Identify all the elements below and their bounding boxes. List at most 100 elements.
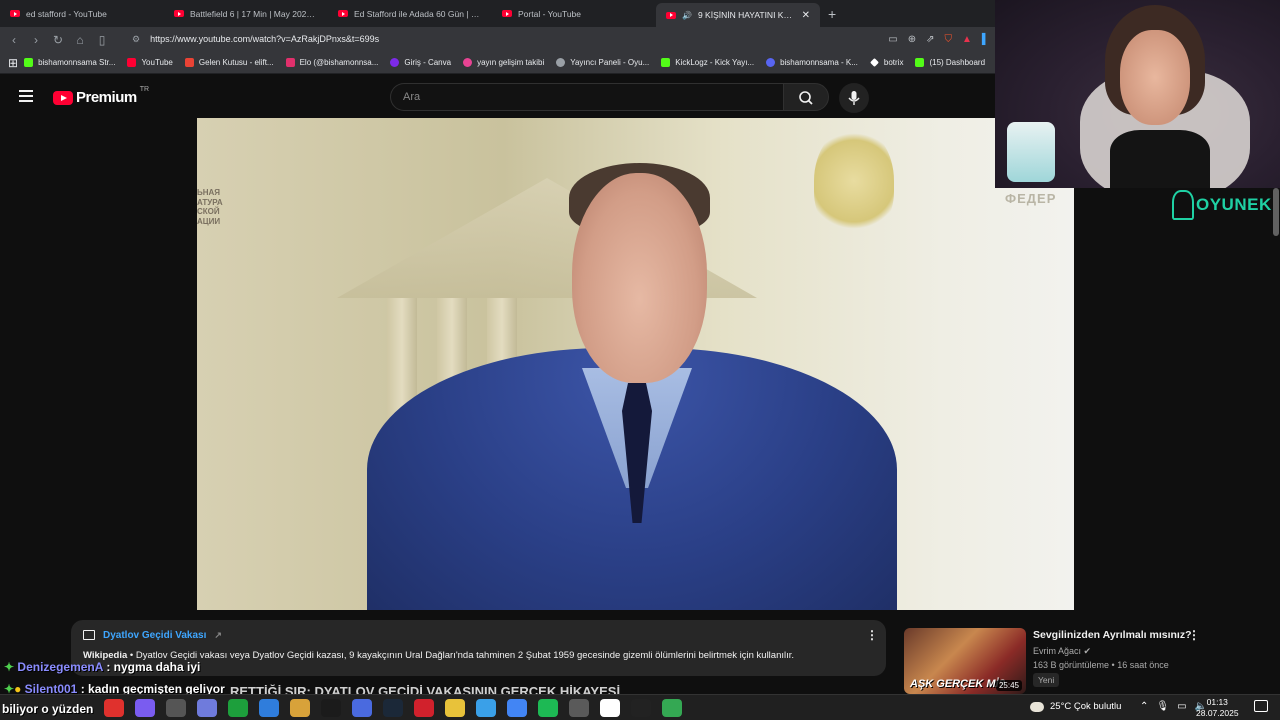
weather-widget[interactable]: 25°C Çok bulutlu bbox=[1030, 701, 1121, 712]
verified-icon: ✔ bbox=[1083, 646, 1092, 656]
network-icon[interactable]: ▭ bbox=[1177, 701, 1186, 712]
forward-icon[interactable]: › bbox=[28, 32, 44, 48]
gem-badge-icon: ✦ bbox=[4, 660, 15, 674]
reload-icon[interactable]: ↻ bbox=[50, 32, 66, 48]
bookmark-label: Yayıncı Paneli - Oyu... bbox=[570, 58, 650, 67]
taskbar-app-icon[interactable] bbox=[104, 699, 124, 717]
bookmark-label: Elo (@bishamonnsa... bbox=[299, 58, 379, 67]
bookmark-label: bishamonnsama Str... bbox=[38, 58, 116, 67]
taskbar-app-icon[interactable] bbox=[600, 699, 620, 717]
notification-icon[interactable] bbox=[1254, 700, 1268, 712]
taskbar-app-icon[interactable] bbox=[259, 699, 279, 717]
youtube-play-icon bbox=[53, 90, 73, 105]
info-panel-header[interactable]: Dyatlov Geçidi Vakası ↗ bbox=[83, 628, 863, 642]
taskbar-app-icon[interactable] bbox=[321, 699, 341, 717]
share-icon[interactable]: ⇗ bbox=[926, 34, 934, 45]
streamer-webcam bbox=[995, 0, 1280, 188]
taskbar-app-icon[interactable] bbox=[166, 699, 186, 717]
chat-username: DenizegemenA bbox=[17, 660, 103, 674]
youtube-favicon-icon bbox=[502, 10, 512, 17]
bookmark-item[interactable]: yayın gelişim takibi bbox=[457, 58, 550, 67]
recommendation-thumbnail[interactable]: AŞK GERÇEK Mİ? 25:45 bbox=[904, 628, 1026, 694]
taskbar-app-icon[interactable] bbox=[538, 699, 558, 717]
bookmark-item[interactable]: Gelen Kutusu - elift... bbox=[179, 58, 280, 67]
tab-3[interactable]: Portal - YouTube bbox=[492, 0, 656, 27]
brave-shield-icon[interactable]: ⛉ bbox=[945, 34, 953, 45]
bookmark-label: (15) Dashboard bbox=[929, 58, 986, 67]
bookmark-item[interactable]: bishamonnsama - K... bbox=[760, 58, 864, 67]
bookmark-item[interactable]: (15) Dashboard bbox=[909, 58, 991, 67]
bookmark-item[interactable]: KickLogz - Kick Yayı... bbox=[655, 58, 760, 67]
tab-title: Ed Stafford ile Adada 60 Gün | Part II bbox=[354, 8, 482, 19]
tab-4-active[interactable]: 🔊 9 KİŞİNİN HAYATINI KAYBETT ✕ bbox=[656, 3, 820, 27]
gmail-icon bbox=[184, 58, 194, 67]
taskbar-app-icon[interactable] bbox=[135, 699, 155, 717]
youtube-logo[interactable]: Premium TR bbox=[53, 86, 150, 106]
taskbar-app-icon[interactable] bbox=[414, 699, 434, 717]
site-settings-icon[interactable]: ⚙ bbox=[132, 34, 140, 44]
bookmark-label: Giriş - Canva bbox=[404, 58, 452, 67]
taskbar-app-icon[interactable] bbox=[507, 699, 527, 717]
bookmark-item[interactable]: Elo (@bishamonnsa... bbox=[280, 58, 385, 67]
tab-1[interactable]: Battlefield 6 | 17 Min | May 2025 Pre bbox=[164, 0, 328, 27]
zoom-icon[interactable]: ⊕ bbox=[908, 34, 916, 45]
bookmark-label: KickLogz - Kick Yayı... bbox=[675, 58, 755, 67]
voice-search-button[interactable] bbox=[839, 83, 869, 113]
mic-tray-icon[interactable]: 🎙 bbox=[1156, 701, 1169, 712]
tab-0[interactable]: ed stafford - YouTube bbox=[0, 0, 164, 27]
search-icon bbox=[799, 91, 813, 105]
tab-2[interactable]: Ed Stafford ile Adada 60 Gün | Part II bbox=[328, 0, 492, 27]
taskbar-app-icon[interactable] bbox=[476, 699, 496, 717]
taskbar-app-icon[interactable] bbox=[445, 699, 465, 717]
weather-text: 25°C Çok bulutlu bbox=[1050, 701, 1122, 712]
microphone-device bbox=[1007, 122, 1055, 182]
page-scrollbar[interactable] bbox=[1272, 188, 1280, 688]
taskbar-app-icon[interactable] bbox=[197, 699, 217, 717]
info-text: • Dyatlov Geçidi vakası veya Dyatlov Geç… bbox=[127, 650, 795, 661]
new-tab-button[interactable]: + bbox=[820, 6, 844, 22]
back-icon[interactable]: ‹ bbox=[6, 32, 22, 48]
sidebar-toggle-icon[interactable]: ▌ bbox=[982, 34, 989, 45]
home-icon[interactable]: ⌂ bbox=[72, 32, 88, 48]
bookmark-item[interactable]: Giriş - Canva bbox=[384, 58, 457, 67]
bookmark-item[interactable]: bishamonnsama Str... bbox=[18, 58, 121, 67]
taskbar-app-icon[interactable] bbox=[383, 699, 403, 717]
taskbar-app-icon[interactable] bbox=[228, 699, 248, 717]
close-tab-icon[interactable]: ✕ bbox=[802, 10, 810, 21]
taskbar-app-icon[interactable] bbox=[569, 699, 589, 717]
brave-rewards-icon[interactable]: ▲ bbox=[962, 34, 972, 45]
dashboard-icon bbox=[915, 58, 925, 67]
taskbar-app-icon[interactable] bbox=[352, 699, 372, 717]
search-input[interactable]: Ara bbox=[390, 83, 783, 111]
video-player[interactable]: ЬНАЯ АТУРА СКОЙ АЦИИ ФЕДЕР bbox=[197, 118, 1074, 610]
region-code: TR bbox=[139, 86, 150, 93]
bookmark-item[interactable]: YouTube bbox=[121, 58, 178, 67]
menu-icon[interactable] bbox=[19, 90, 33, 102]
chat-message: ✦ DenizegemenA : nygma daha iyi bbox=[4, 660, 200, 674]
scrollbar-thumb[interactable] bbox=[1273, 188, 1279, 236]
recommendation-channel[interactable]: Evrim Ağacı ✔ bbox=[1033, 646, 1091, 657]
taskbar-app-icon[interactable] bbox=[662, 699, 682, 717]
bookmark-label: botrix bbox=[883, 58, 904, 67]
article-icon bbox=[83, 630, 95, 640]
taskbar-app-icon[interactable] bbox=[631, 699, 651, 717]
cast-icon[interactable]: ▭ bbox=[888, 34, 897, 45]
recommendation-more-icon[interactable]: ⋮ bbox=[1188, 628, 1200, 642]
tray-overflow-icon[interactable]: ⌃ bbox=[1140, 701, 1148, 712]
bookmark-item[interactable]: Yayıncı Paneli - Oyu... bbox=[550, 58, 655, 67]
bookmark-item[interactable]: botrix bbox=[864, 58, 910, 67]
apps-grid-icon[interactable]: ⊞ bbox=[8, 55, 18, 71]
info-panel-title[interactable]: Dyatlov Geçidi Vakası bbox=[103, 630, 206, 641]
sponsor-text: OYUNEKS bbox=[1196, 195, 1280, 214]
recommendation-title[interactable]: Sevgilinizden Ayrılmalı mısınız? bbox=[1033, 629, 1192, 641]
youtube-favicon-icon bbox=[666, 11, 676, 19]
taskbar-app-icon[interactable] bbox=[290, 699, 310, 717]
audio-playing-icon[interactable]: 🔊 bbox=[682, 11, 692, 20]
info-panel-more-icon[interactable]: ⋮ bbox=[866, 628, 878, 642]
clock[interactable]: 01:13 28.07.2025 bbox=[1196, 697, 1239, 719]
url-field[interactable]: ⚙ https://www.youtube.com/watch?v=AzRakjD… bbox=[132, 34, 882, 45]
search-button[interactable] bbox=[783, 83, 829, 111]
bookmark-label: bishamonnsama - K... bbox=[780, 58, 858, 67]
kick-icon bbox=[24, 58, 34, 67]
bookmark-icon[interactable]: ▯ bbox=[94, 32, 110, 48]
